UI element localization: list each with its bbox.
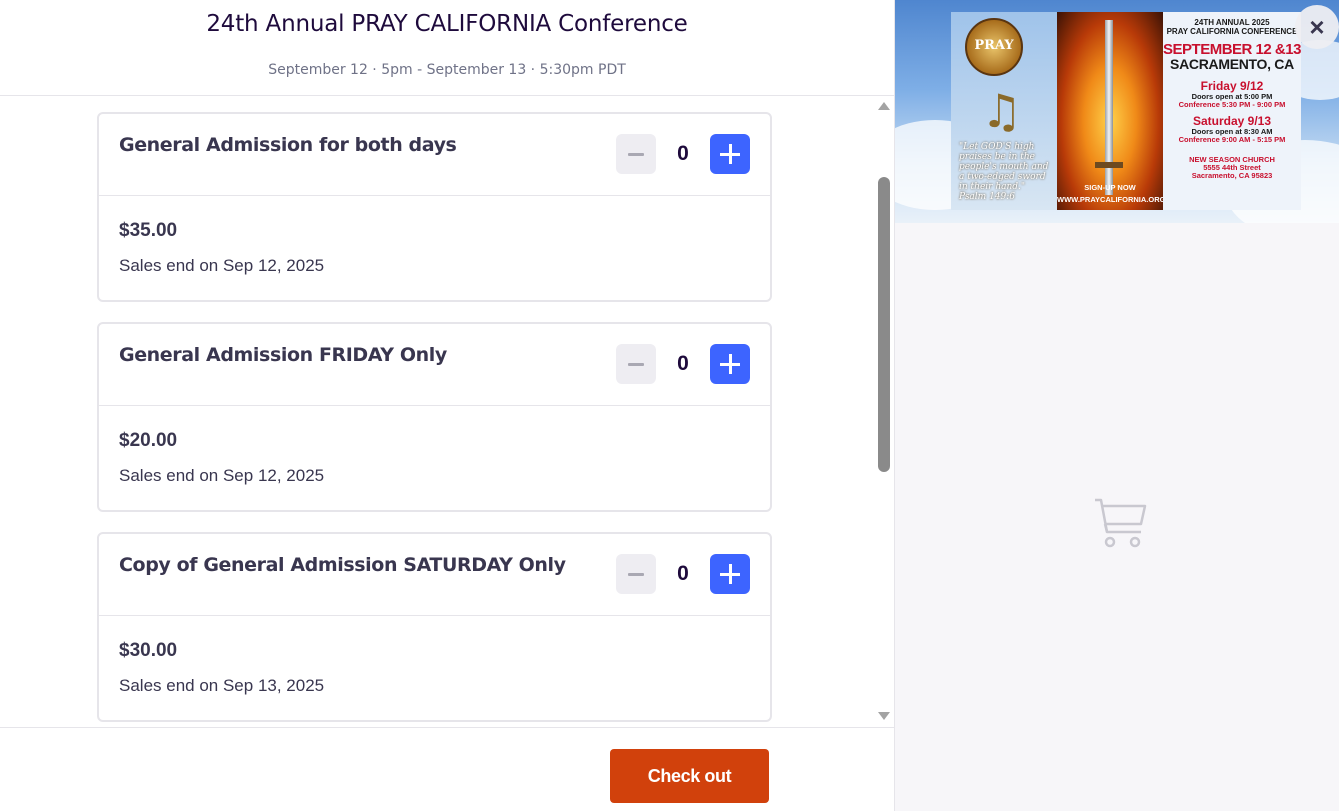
- minus-icon: [628, 572, 644, 576]
- pray-logo: PRAY: [965, 18, 1023, 76]
- event-poster: PRAY ♫ "Let GOD'S high praises be in the…: [951, 12, 1301, 210]
- scroll-down-arrow-icon[interactable]: [878, 712, 890, 720]
- quantity-stepper: 0: [616, 554, 750, 594]
- quantity-stepper: 0: [616, 134, 750, 174]
- quantity-value: 0: [677, 142, 689, 165]
- order-summary-panel: PRAY ♫ "Let GOD'S high praises be in the…: [894, 0, 1339, 811]
- checkout-button[interactable]: Check out: [610, 749, 769, 803]
- event-banner-image: PRAY ♫ "Let GOD'S high praises be in the…: [895, 0, 1339, 223]
- quantity-value: 0: [677, 352, 689, 375]
- decrease-quantity-button[interactable]: [616, 344, 656, 384]
- sales-end-text: Sales end on Sep 12, 2025: [119, 256, 325, 275]
- ticket-panel: 24th Annual PRAY CALIFORNIA Conference S…: [0, 0, 894, 811]
- quantity-value: 0: [677, 562, 689, 585]
- minus-icon: [628, 362, 644, 366]
- close-icon: ×: [1309, 12, 1325, 42]
- decrease-quantity-button[interactable]: [616, 554, 656, 594]
- increase-quantity-button[interactable]: [710, 554, 750, 594]
- event-header: 24th Annual PRAY CALIFORNIA Conference S…: [0, 0, 894, 96]
- ticket-name: General Admission FRIDAY Only: [119, 344, 447, 366]
- increase-quantity-button[interactable]: [710, 344, 750, 384]
- poster-verse: "Let GOD'S high praises be in the people…: [959, 142, 1049, 202]
- event-dates: September 12 · 5pm - September 13 · 5:30…: [268, 62, 626, 78]
- ticket-list[interactable]: General Admission for both days 0 $35.00…: [0, 97, 876, 727]
- event-title: 24th Annual PRAY CALIFORNIA Conference: [206, 11, 688, 37]
- increase-quantity-button[interactable]: [710, 134, 750, 174]
- music-notes-icon: ♫: [981, 84, 1023, 138]
- scrollbar-thumb[interactable]: [878, 177, 890, 472]
- close-button[interactable]: ×: [1295, 5, 1339, 49]
- scrollbar[interactable]: [876, 97, 894, 727]
- sales-end-text: Sales end on Sep 12, 2025: [119, 466, 325, 485]
- quantity-stepper: 0: [616, 344, 750, 384]
- ticket-card: General Admission for both days 0 $35.00…: [97, 112, 772, 302]
- ticket-price: $35.00: [119, 220, 178, 241]
- sword-icon: [1105, 20, 1113, 195]
- checkout-footer: Check out: [0, 727, 894, 811]
- sales-end-text: Sales end on Sep 13, 2025: [119, 676, 325, 695]
- minus-icon: [628, 152, 644, 156]
- ticket-card: General Admission FRIDAY Only 0 $20.00 S…: [97, 322, 772, 512]
- decrease-quantity-button[interactable]: [616, 134, 656, 174]
- shopping-cart-icon: [1093, 496, 1147, 550]
- ticket-price: $30.00: [119, 640, 178, 661]
- scroll-up-arrow-icon[interactable]: [878, 102, 890, 110]
- ticket-name: Copy of General Admission SATURDAY Only: [119, 554, 566, 576]
- ticket-price: $20.00: [119, 430, 178, 451]
- ticket-card: Copy of General Admission SATURDAY Only …: [97, 532, 772, 722]
- ticket-name: General Admission for both days: [119, 134, 457, 156]
